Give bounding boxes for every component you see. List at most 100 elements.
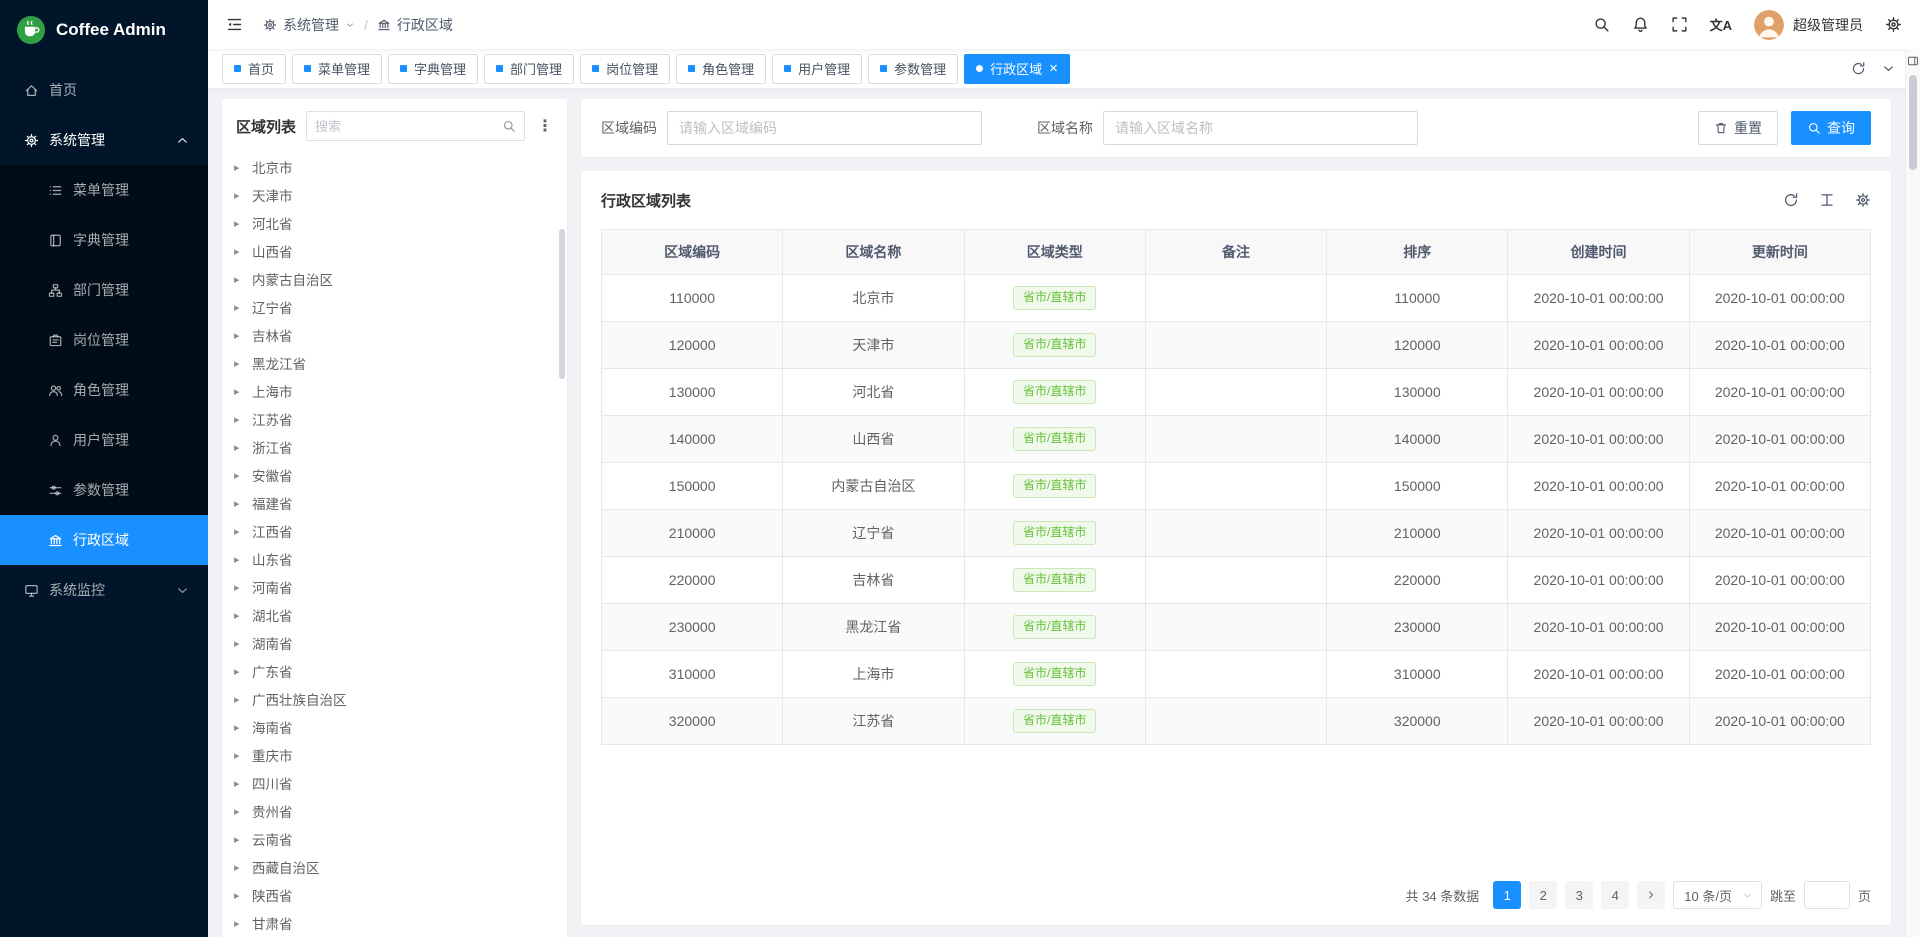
tree-node[interactable]: ▸北京市 <box>222 153 567 181</box>
table-row[interactable]: 220000吉林省省市/直辖市2200002020-10-01 00:00:00… <box>602 557 1871 604</box>
tree-search-icon[interactable] <box>502 119 516 133</box>
next-page-button[interactable] <box>1637 881 1665 909</box>
tab-region[interactable]: 行政区域× <box>964 54 1070 84</box>
tree-node[interactable]: ▸黑龙江省 <box>222 349 567 377</box>
tree-node[interactable]: ▸福建省 <box>222 489 567 517</box>
tab-dept[interactable]: 部门管理 <box>484 54 574 84</box>
tab-dot <box>496 65 503 72</box>
page-size-select[interactable]: 10 条/页 <box>1673 881 1762 909</box>
tab-param[interactable]: 参数管理 <box>868 54 958 84</box>
sidebar-group-system[interactable]: 系统管理 <box>0 115 208 165</box>
tab-post[interactable]: 岗位管理 <box>580 54 670 84</box>
page-button-3[interactable]: 3 <box>1565 881 1593 909</box>
tree-node[interactable]: ▸河南省 <box>222 573 567 601</box>
user-menu[interactable]: 超级管理员 <box>1754 10 1863 40</box>
refresh-icon[interactable] <box>1851 61 1866 76</box>
page-button-4[interactable]: 4 <box>1601 881 1629 909</box>
tab-options-chevron-down-icon[interactable] <box>1881 61 1896 76</box>
search-button[interactable]: 查询 <box>1791 111 1871 145</box>
sidebar-item-dept[interactable]: 部门管理 <box>0 265 208 315</box>
tree-node[interactable]: ▸西藏自治区 <box>222 853 567 881</box>
tree-node[interactable]: ▸江西省 <box>222 517 567 545</box>
tree-node[interactable]: ▸吉林省 <box>222 321 567 349</box>
tree-search-input[interactable] <box>315 119 496 134</box>
caret-right-icon: ▸ <box>234 525 244 538</box>
tree-node[interactable]: ▸湖南省 <box>222 629 567 657</box>
tree-node[interactable]: ▸河北省 <box>222 209 567 237</box>
tree-node[interactable]: ▸上海市 <box>222 377 567 405</box>
topbar-actions: 文A 超级管理员 <box>1593 10 1902 40</box>
tree-node[interactable]: ▸湖北省 <box>222 601 567 629</box>
reset-button[interactable]: 重置 <box>1698 111 1778 145</box>
gear-icon <box>263 18 277 32</box>
table-row[interactable]: 140000山西省省市/直辖市1400002020-10-01 00:00:00… <box>602 416 1871 463</box>
tree-node[interactable]: ▸四川省 <box>222 769 567 797</box>
tree-node[interactable]: ▸重庆市 <box>222 741 567 769</box>
search-icon[interactable] <box>1593 16 1610 33</box>
tree-node[interactable]: ▸山西省 <box>222 237 567 265</box>
table-row[interactable]: 120000天津市省市/直辖市1200002020-10-01 00:00:00… <box>602 322 1871 369</box>
region-code-input[interactable] <box>667 111 982 145</box>
tree-node[interactable]: ▸天津市 <box>222 181 567 209</box>
table-row[interactable]: 150000内蒙古自治区省市/直辖市1500002020-10-01 00:00… <box>602 463 1871 510</box>
panel-toggle-icon[interactable] <box>1907 55 1919 67</box>
page-button-2[interactable]: 2 <box>1529 881 1557 909</box>
sidebar-group-monitor[interactable]: 系统监控 <box>0 565 208 615</box>
jump-suffix: 页 <box>1858 886 1871 905</box>
tree-node[interactable]: ▸内蒙古自治区 <box>222 265 567 293</box>
table-row[interactable]: 230000黑龙江省省市/直辖市2300002020-10-01 00:00:0… <box>602 604 1871 651</box>
sidebar-item-menu[interactable]: 菜单管理 <box>0 165 208 215</box>
tree-node[interactable]: ▸山东省 <box>222 545 567 573</box>
fullscreen-icon[interactable] <box>1671 16 1688 33</box>
jump-page-input[interactable] <box>1804 881 1850 909</box>
tree-node[interactable]: ▸云南省 <box>222 825 567 853</box>
table-row[interactable]: 110000北京市省市/直辖市1100002020-10-01 00:00:00… <box>602 275 1871 322</box>
dots-menu-icon[interactable]: ⋮ <box>535 116 555 136</box>
tab-dot <box>592 65 599 72</box>
tab-dict[interactable]: 字典管理 <box>388 54 478 84</box>
tab-home[interactable]: 首页 <box>222 54 286 84</box>
sidebar-item-post[interactable]: 岗位管理 <box>0 315 208 365</box>
sidebar-item-dict[interactable]: 字典管理 <box>0 215 208 265</box>
settings-gear-icon[interactable] <box>1885 16 1902 33</box>
table-row[interactable]: 320000江苏省省市/直辖市3200002020-10-01 00:00:00… <box>602 698 1871 745</box>
tree-node[interactable]: ▸海南省 <box>222 713 567 741</box>
tab-role[interactable]: 角色管理 <box>676 54 766 84</box>
tab-menu[interactable]: 菜单管理 <box>292 54 382 84</box>
caret-right-icon: ▸ <box>234 637 244 650</box>
table-row[interactable]: 210000辽宁省省市/直辖市2100002020-10-01 00:00:00… <box>602 510 1871 557</box>
table-row[interactable]: 310000上海市省市/直辖市3100002020-10-01 00:00:00… <box>602 651 1871 698</box>
translate-icon[interactable]: 文A <box>1710 15 1732 34</box>
logo[interactable]: Coffee Admin <box>0 0 208 59</box>
tree-node[interactable]: ▸浙江省 <box>222 433 567 461</box>
page-button-1[interactable]: 1 <box>1493 881 1521 909</box>
scrollbar-thumb[interactable] <box>1909 75 1917 170</box>
table-settings-icon[interactable] <box>1855 192 1871 208</box>
table-row[interactable]: 130000河北省省市/直辖市1300002020-10-01 00:00:00… <box>602 369 1871 416</box>
column-height-icon[interactable] <box>1819 192 1835 208</box>
breadcrumb-parent[interactable]: 系统管理 <box>263 15 355 35</box>
table-refresh-icon[interactable] <box>1783 192 1799 208</box>
tree-scrollbar[interactable] <box>559 229 565 379</box>
sidebar-collapse-button[interactable] <box>226 16 243 33</box>
region-tree-panel: 区域列表 ⋮ ▸北京市▸天津市▸河北省▸山西省▸内蒙古自治区▸辽宁省▸吉林省▸黑… <box>222 99 567 937</box>
tree-node[interactable]: ▸安徽省 <box>222 461 567 489</box>
tab-user[interactable]: 用户管理 <box>772 54 862 84</box>
sidebar-item-param[interactable]: 参数管理 <box>0 465 208 515</box>
monitor-icon <box>24 583 39 598</box>
tree-node[interactable]: ▸辽宁省 <box>222 293 567 321</box>
tree-node[interactable]: ▸陕西省 <box>222 881 567 909</box>
tree-node[interactable]: ▸江苏省 <box>222 405 567 433</box>
tree-node[interactable]: ▸广东省 <box>222 657 567 685</box>
tree-header: 区域列表 ⋮ <box>222 99 567 149</box>
sidebar-item-role[interactable]: 角色管理 <box>0 365 208 415</box>
tree-node[interactable]: ▸甘肃省 <box>222 909 567 937</box>
tree-node[interactable]: ▸贵州省 <box>222 797 567 825</box>
sidebar-item-home[interactable]: 首页 <box>0 65 208 115</box>
region-name-input[interactable] <box>1103 111 1418 145</box>
tab-close-icon[interactable]: × <box>1049 61 1058 76</box>
tree-node[interactable]: ▸广西壮族自治区 <box>222 685 567 713</box>
sidebar-item-user[interactable]: 用户管理 <box>0 415 208 465</box>
bell-icon[interactable] <box>1632 16 1649 33</box>
sidebar-item-region[interactable]: 行政区域 <box>0 515 208 565</box>
